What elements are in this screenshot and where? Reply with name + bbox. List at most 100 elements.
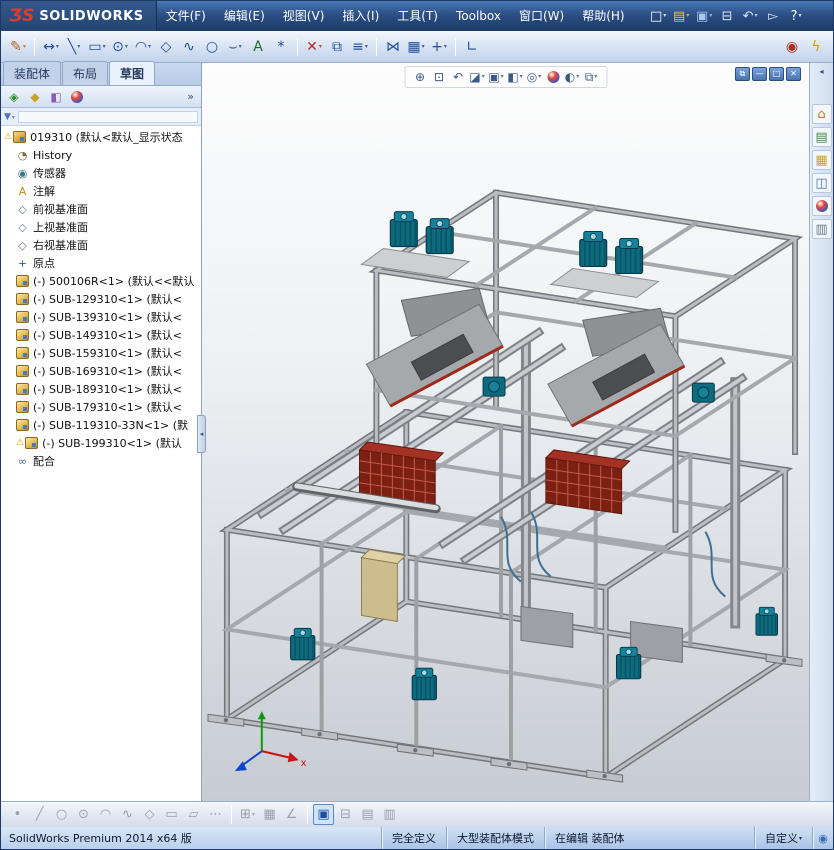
- close-window-icon[interactable]: ✕: [786, 67, 801, 81]
- view-orientation-icon[interactable]: ▣ ▾: [487, 68, 505, 86]
- propertymanager-tab-icon[interactable]: ◆: [25, 88, 45, 106]
- tree-item-top-plane[interactable]: ◇ 上视基准面: [1, 218, 201, 236]
- custom-dropdown[interactable]: 自定义 ▾: [753, 827, 812, 849]
- tree-item-history[interactable]: ◔ History: [1, 146, 201, 164]
- filter-funnel-icon[interactable]: ▼▾: [4, 112, 15, 122]
- edit-appearance-icon[interactable]: [544, 68, 562, 86]
- tree-item-origin[interactable]: + 原点: [1, 254, 201, 272]
- planes-icon[interactable]: ⊟: [335, 804, 356, 825]
- move-entities-icon[interactable]: + ▾: [428, 36, 450, 58]
- menu-view[interactable]: 视图(V): [274, 1, 334, 31]
- linear-pattern-icon-caret[interactable]: ▾: [422, 43, 425, 50]
- sketch-line-icon[interactable]: ╱: [29, 804, 50, 825]
- status-options-icon[interactable]: ◉: [812, 827, 833, 849]
- configurationmanager-tab-icon[interactable]: ◧: [46, 88, 66, 106]
- model-base-units[interactable]: [520, 605, 683, 663]
- menu-edit[interactable]: 编辑(E): [215, 1, 274, 31]
- options-icon[interactable]: ◉: [781, 36, 803, 58]
- tree-item-component-SUB-159310[interactable]: (-) SUB-159310<1> (默认<: [1, 344, 201, 362]
- menu-toolbox[interactable]: Toolbox: [447, 1, 510, 31]
- move-entities-icon-caret[interactable]: ▾: [444, 43, 447, 50]
- menu-insert[interactable]: 插入(I): [333, 1, 388, 31]
- display-relations-icon[interactable]: ∟: [461, 36, 483, 58]
- section-view-icon-caret[interactable]: ▾: [482, 74, 485, 80]
- section-view-icon[interactable]: ◪ ▾: [468, 68, 486, 86]
- tree-item-mates[interactable]: ∞ 配合: [1, 452, 201, 470]
- trim-entities-icon-caret[interactable]: ▾: [319, 43, 322, 50]
- open-icon[interactable]: ▤ ▾: [671, 6, 692, 27]
- table-icon[interactable]: ▤: [357, 804, 378, 825]
- tab-sketch[interactable]: 草图: [109, 61, 156, 85]
- rectangle-icon-caret[interactable]: ▾: [103, 43, 106, 50]
- help-icon[interactable]: ? ▾: [786, 6, 807, 27]
- display-style-icon[interactable]: ◧ ▾: [506, 68, 524, 86]
- text-icon[interactable]: A: [247, 36, 269, 58]
- tree-item-component-SUB-149310[interactable]: (-) SUB-149310<1> (默认<: [1, 326, 201, 344]
- tree-item-component-SUB-199310[interactable]: ⚠ (-) SUB-199310<1> (默认: [1, 434, 201, 452]
- circle-icon[interactable]: ⊙ ▾: [109, 36, 131, 58]
- help-icon-caret[interactable]: ▾: [799, 13, 802, 19]
- model-feeder-right[interactable]: [547, 307, 686, 428]
- menu-file[interactable]: 文件(F): [157, 1, 215, 31]
- model-lower-frame[interactable]: [218, 408, 794, 781]
- convert-entities-icon[interactable]: ⧉: [326, 36, 348, 58]
- design-library-icon[interactable]: ▤: [811, 127, 832, 147]
- menu-help[interactable]: 帮助(H): [573, 1, 633, 31]
- display-style-icon-caret[interactable]: ▾: [520, 74, 523, 80]
- displaymanager-tab-icon[interactable]: [67, 88, 87, 106]
- save-icon-caret[interactable]: ▾: [709, 13, 712, 19]
- design-table-icon[interactable]: ▥: [379, 804, 400, 825]
- view-palette-icon[interactable]: ◫: [811, 173, 832, 193]
- custom-dropdown-caret[interactable]: ▾: [799, 835, 802, 842]
- new-document-icon[interactable]: □ ▾: [648, 6, 669, 27]
- custom-properties-icon[interactable]: ▥: [811, 219, 832, 239]
- hide-show-items-icon-caret[interactable]: ▾: [538, 74, 541, 80]
- zoom-fit-icon[interactable]: ⊕: [411, 68, 429, 86]
- task-pane-collapse-icon[interactable]: ◂: [819, 67, 823, 76]
- tree-item-component-SUB-119310-33N[interactable]: (-) SUB-119310-33N<1> (默: [1, 416, 201, 434]
- tree-item-front-plane[interactable]: ◇ 前视基准面: [1, 200, 201, 218]
- sketch-icon[interactable]: ✎ ▾: [7, 36, 29, 58]
- tab-assembly[interactable]: 装配体: [3, 61, 62, 85]
- spline-icon[interactable]: ∿: [178, 36, 200, 58]
- tree-item-component-500106R[interactable]: (-) 500106R<1> (默认<<默认: [1, 272, 201, 290]
- hide-show-items-icon[interactable]: ◎ ▾: [525, 68, 543, 86]
- sketch-circle-icon[interactable]: ○: [51, 804, 72, 825]
- view-settings-icon-caret[interactable]: ▾: [594, 74, 597, 80]
- view-orientation-icon-caret[interactable]: ▾: [501, 74, 504, 80]
- sketch-arc-icon[interactable]: ◠: [95, 804, 116, 825]
- sketch-more-icon[interactable]: ⋯: [205, 804, 226, 825]
- sketch-polygon-icon[interactable]: ◇: [139, 804, 160, 825]
- zoom-area-icon[interactable]: ⊡: [430, 68, 448, 86]
- fillet-icon[interactable]: ⌣ ▾: [224, 36, 246, 58]
- sketch-icon-caret[interactable]: ▾: [23, 43, 26, 50]
- panel-splitter-handle[interactable]: ◂: [197, 415, 206, 453]
- menu-tools[interactable]: 工具(T): [388, 1, 447, 31]
- select-arrow-icon[interactable]: ▻: [763, 6, 784, 27]
- tree-item-component-SUB-139310[interactable]: (-) SUB-139310<1> (默认<: [1, 308, 201, 326]
- rectangle-icon[interactable]: ▭ ▾: [86, 36, 108, 58]
- apply-scene-icon-caret[interactable]: ▾: [576, 74, 579, 80]
- new-document-icon-caret[interactable]: ▾: [663, 13, 666, 19]
- model-wood-block[interactable]: [360, 549, 407, 623]
- sketch-spline-icon[interactable]: ∿: [117, 804, 138, 825]
- minimize-window-icon[interactable]: —: [752, 67, 767, 81]
- graphics-viewport[interactable]: x ⊕ ⊡ ↶ ◪ ▾ ▣ ▾ ◧ ▾ ◎ ▾ ◐ ▾ ⧉ ▾ ⧉ — □ ✕: [202, 63, 809, 801]
- quick-snaps-icon[interactable]: ⊞ ▾: [237, 804, 258, 825]
- print-icon[interactable]: ⊟: [717, 6, 738, 27]
- menu-window[interactable]: 窗口(W): [510, 1, 573, 31]
- undo-icon-caret[interactable]: ▾: [755, 13, 758, 19]
- filter-field[interactable]: [17, 110, 198, 123]
- filter-caret[interactable]: ▾: [12, 114, 15, 121]
- angle-snap-icon[interactable]: ∠: [281, 804, 302, 825]
- tree-item-right-plane[interactable]: ◇ 右视基准面: [1, 236, 201, 254]
- sketch-rectangle-icon[interactable]: ▭: [161, 804, 182, 825]
- quick-snaps-icon-caret[interactable]: ▾: [252, 811, 255, 818]
- file-explorer-icon[interactable]: ▦: [811, 150, 832, 170]
- tree-item-root-assembly[interactable]: ⚠ 019310 (默认<默认_显示状态: [1, 128, 201, 146]
- open-icon-caret[interactable]: ▾: [686, 13, 689, 19]
- panel-more-button[interactable]: »: [183, 90, 198, 103]
- model-red-bin-right[interactable]: [544, 449, 631, 515]
- offset-entities-icon[interactable]: ≡ ▾: [349, 36, 371, 58]
- trim-entities-icon[interactable]: ✕ ▾: [303, 36, 325, 58]
